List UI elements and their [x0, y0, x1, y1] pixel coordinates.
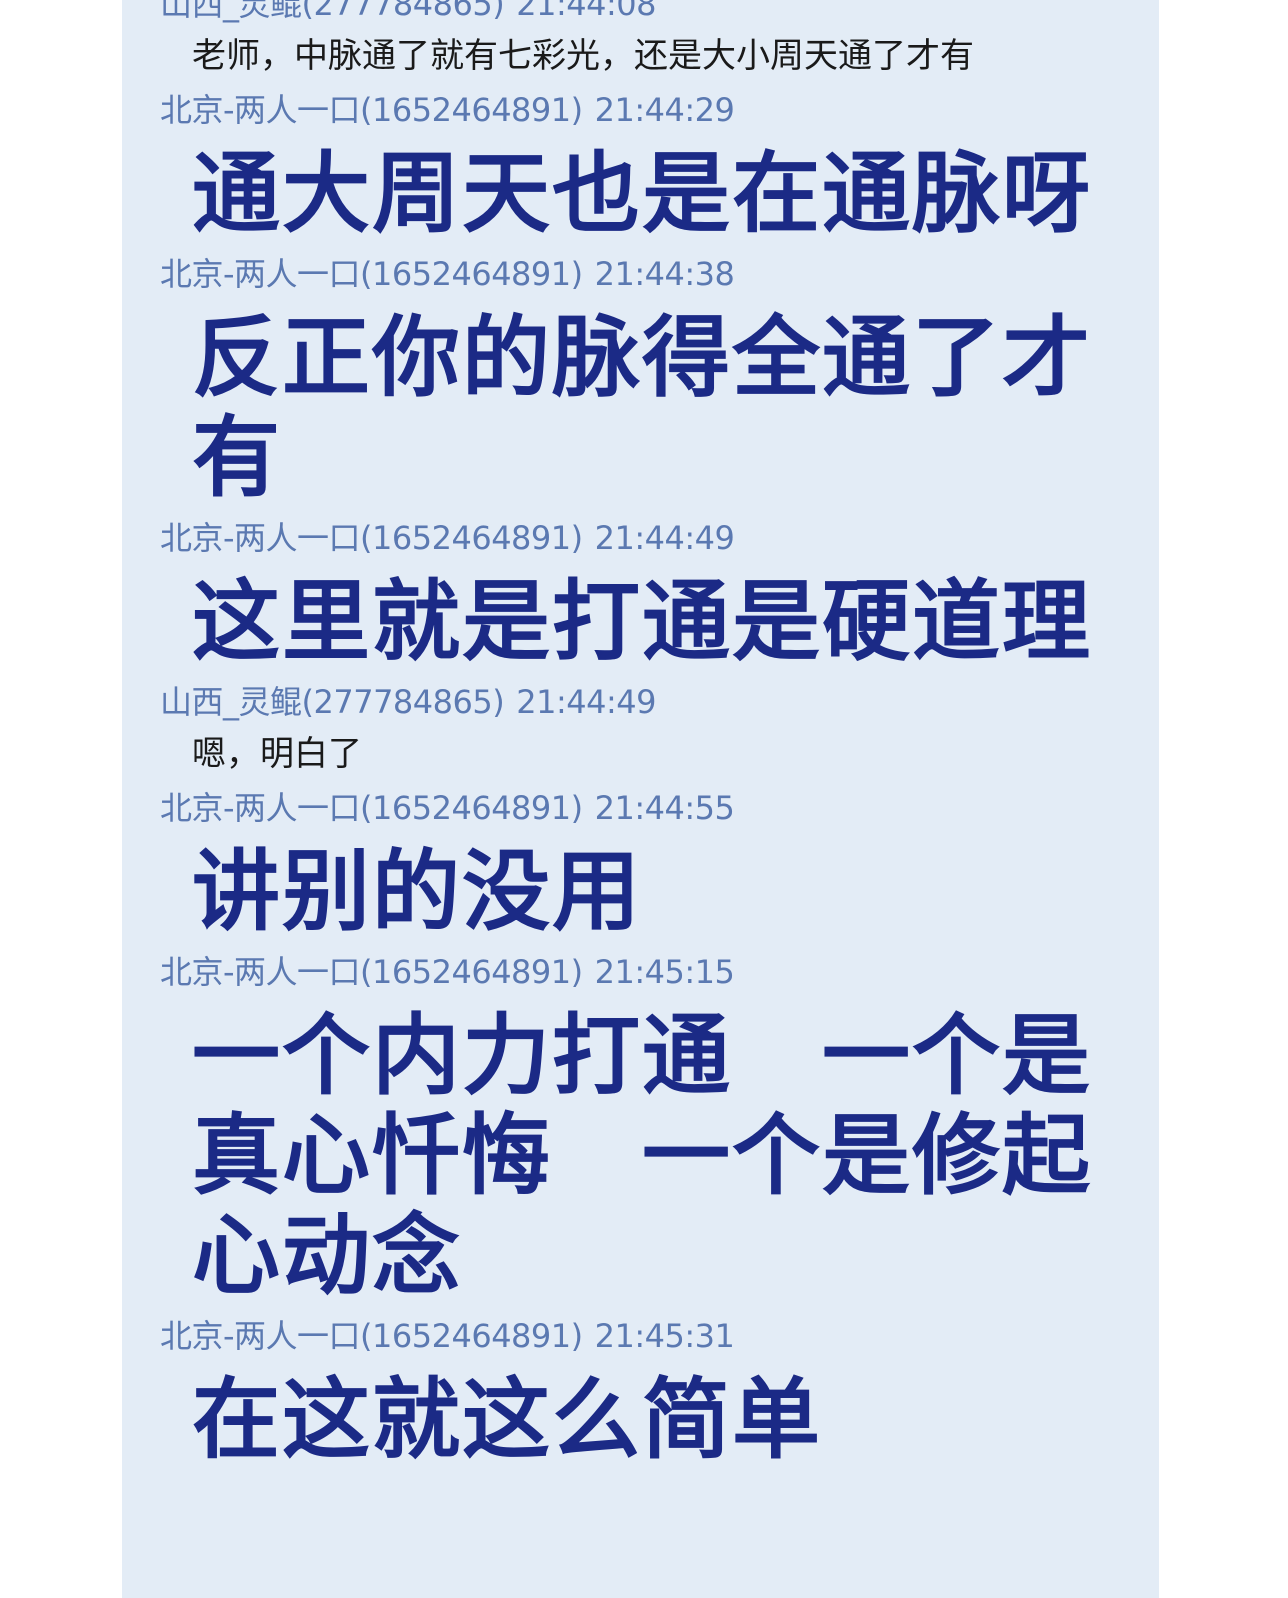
sender-name: 北京-两人一口(1652464891) [160, 953, 583, 991]
message-text: 这里就是打通是硬道理 [192, 570, 1093, 673]
chat-message: 山西_灵鲲(277784865) 21:44:08 老师，中脉通了就有七彩光，还是… [122, 0, 1159, 82]
chat-message: 北京-两人一口(1652464891) 21:45:31 在这就这么简单 [122, 1314, 1159, 1470]
message-time: 21:45:31 [594, 1317, 735, 1355]
message-text: 讲别的没用 [192, 840, 643, 943]
message-time: 21:44:38 [594, 255, 735, 293]
message-header: 北京-两人一口(1652464891) 21:45:31 [122, 1314, 1159, 1358]
message-header: 山西_灵鲲(277784865) 21:44:49 [122, 680, 1159, 724]
message-header: 北京-两人一口(1652464891) 21:44:29 [122, 88, 1159, 132]
message-time: 21:44:49 [516, 683, 656, 721]
sender-name: 山西_灵鲲(277784865) [160, 0, 505, 23]
message-time: 21:44:29 [594, 91, 735, 129]
message-time: 21:44:55 [594, 789, 735, 827]
chat-message: 山西_灵鲲(277784865) 21:44:49 嗯，明白了 [122, 680, 1159, 780]
sender-name: 北京-两人一口(1652464891) [160, 789, 583, 827]
sender-name: 北京-两人一口(1652464891) [160, 519, 583, 557]
message-text: 在这就这么简单 [192, 1368, 823, 1471]
chat-history-panel[interactable]: 山西_灵鲲(277784865) 21:44:08 老师，中脉通了就有七彩光，还是… [122, 0, 1159, 1598]
chat-message: 北京-两人一口(1652464891) 21:45:15 一个内力打通 一个是真心… [122, 950, 1159, 1306]
message-text: 通大周天也是在通脉呀 [192, 142, 1093, 245]
sender-name: 山西_灵鲲(277784865) [160, 683, 505, 721]
message-text: 老师，中脉通了就有七彩光，还是大小周天通了才有 [192, 36, 974, 76]
message-time: 21:44:08 [516, 0, 656, 23]
chat-message: 北京-两人一口(1652464891) 21:44:55 讲别的没用 [122, 786, 1159, 942]
sender-name: 北京-两人一口(1652464891) [160, 1317, 583, 1355]
message-text: 嗯，明白了 [192, 734, 362, 774]
sender-name: 北京-两人一口(1652464891) [160, 91, 583, 129]
message-header: 北京-两人一口(1652464891) 21:44:49 [122, 516, 1159, 560]
message-text: 一个内力打通 一个是真心忏悔 一个是修起心动念 [192, 1004, 1093, 1307]
message-header: 北京-两人一口(1652464891) 21:44:38 [122, 252, 1159, 296]
message-header: 北京-两人一口(1652464891) 21:45:15 [122, 950, 1159, 994]
chat-message: 北京-两人一口(1652464891) 21:44:49 这里就是打通是硬道理 [122, 516, 1159, 672]
chat-message: 北京-两人一口(1652464891) 21:44:29 通大周天也是在通脉呀 [122, 88, 1159, 244]
message-header: 山西_灵鲲(277784865) 21:44:08 [122, 0, 1159, 26]
message-time: 21:44:49 [594, 519, 735, 557]
message-time: 21:45:15 [594, 953, 735, 991]
sender-name: 北京-两人一口(1652464891) [160, 255, 583, 293]
chat-log: 山西_灵鲲(277784865) 21:44:08 老师，中脉通了就有七彩光，还是… [122, 0, 1159, 1478]
chat-message: 北京-两人一口(1652464891) 21:44:38 反正你的脉得全通了才有 [122, 252, 1159, 508]
message-text: 反正你的脉得全通了才有 [192, 306, 1093, 509]
message-header: 北京-两人一口(1652464891) 21:44:55 [122, 786, 1159, 830]
